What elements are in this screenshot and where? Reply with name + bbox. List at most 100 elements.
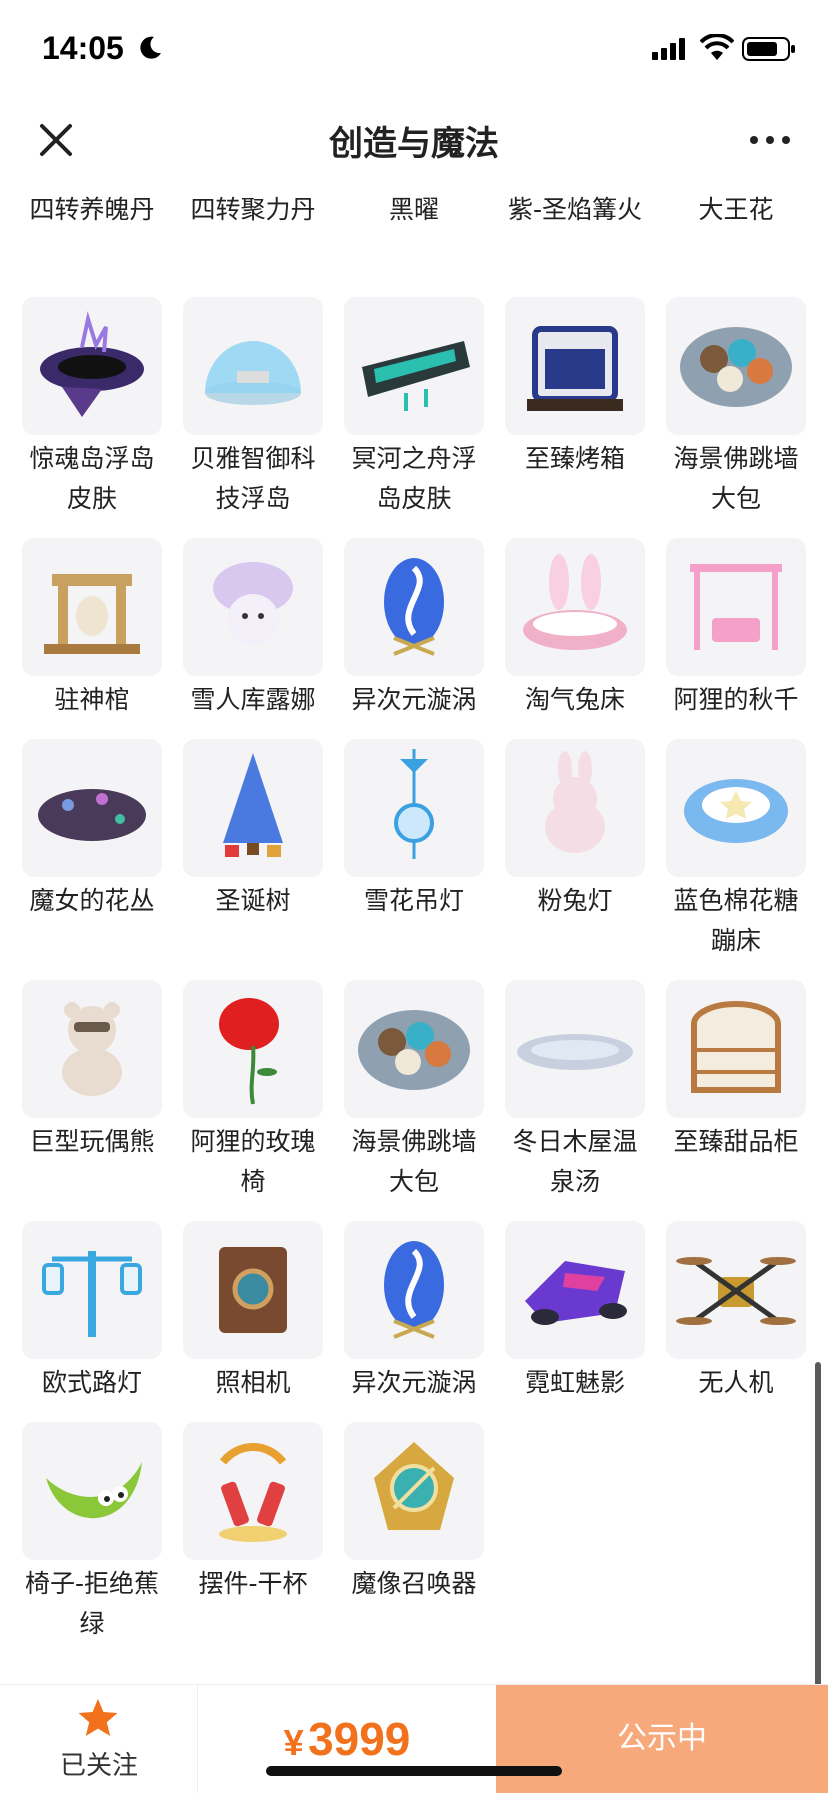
- item-card[interactable]: 粉兔灯: [505, 739, 645, 921]
- item-label: 阿狸的秋千: [673, 685, 799, 714]
- dome-island-icon: [205, 341, 301, 405]
- item-card[interactable]: 雪花吊灯: [344, 739, 484, 921]
- item-label: 冥河之舟浮岛皮肤: [351, 444, 477, 513]
- scrollbar[interactable]: [815, 1362, 821, 1710]
- nav-bar: 创造与魔法: [0, 96, 828, 186]
- item-thumbnail: [22, 980, 162, 1118]
- item-card[interactable]: 贝雅智御科技浮岛: [183, 297, 323, 519]
- item-thumbnail: [344, 1422, 484, 1560]
- item-label: 阿狸的玫瑰椅: [190, 1127, 316, 1196]
- signal-icon: [652, 38, 685, 60]
- item-label: 摆件-干杯: [198, 1569, 308, 1598]
- item-card[interactable]: 巨型玩偶熊: [22, 980, 162, 1162]
- vortex-icon: [384, 1241, 444, 1339]
- price-amount: 3999: [308, 1713, 411, 1765]
- item-card[interactable]: 驻神棺: [22, 538, 162, 720]
- dessert-cabinet-icon: [691, 1001, 781, 1093]
- item-card[interactable]: 魔像召唤器: [344, 1422, 484, 1604]
- drone-icon: [676, 1257, 796, 1325]
- golem-summoner-icon: [374, 1442, 454, 1530]
- item-thumbnail: [344, 297, 484, 435]
- item-thumbnail: [666, 739, 806, 877]
- item-card[interactable]: 圣诞树: [183, 739, 323, 921]
- hover-car-icon: [525, 1261, 627, 1325]
- buns-plate-icon: [358, 1010, 470, 1090]
- item-card[interactable]: 阿狸的玫瑰椅: [183, 980, 323, 1202]
- item-label: 无人机: [698, 1368, 774, 1397]
- item-thumbnail: [344, 980, 484, 1118]
- item-card[interactable]: 冬日木屋温泉汤: [505, 980, 645, 1202]
- item-thumbnail: [183, 1422, 323, 1560]
- item-thumbnail: [22, 1221, 162, 1359]
- cheers-icon: [219, 1443, 287, 1542]
- buns-plate-icon: [680, 327, 792, 407]
- item-card[interactable]: 无人机: [666, 1221, 806, 1403]
- item-label: 冬日木屋温泉汤: [512, 1127, 638, 1196]
- item-card[interactable]: 照相机: [183, 1221, 323, 1403]
- item-label: 四转养魄丹: [29, 195, 155, 224]
- item-card[interactable]: 海景佛跳墙大包: [344, 980, 484, 1202]
- follow-button[interactable]: 已关注: [0, 1685, 198, 1793]
- item-card[interactable]: 摆件-干杯: [183, 1422, 323, 1604]
- item-label: 惊魂岛浮岛皮肤: [29, 444, 155, 513]
- swing-icon: [690, 564, 782, 650]
- item-card[interactable]: 至臻甜品柜: [666, 980, 806, 1162]
- teddy-bear-icon: [62, 1002, 122, 1096]
- more-icon[interactable]: [744, 120, 796, 160]
- moon-icon: [140, 36, 161, 59]
- item-card[interactable]: x135大王花: [666, 186, 806, 230]
- item-card[interactable]: x42四转养魄丹: [22, 186, 162, 230]
- item-card[interactable]: 椅子-拒绝蕉绿: [22, 1422, 162, 1644]
- vortex-icon: [384, 558, 444, 656]
- item-card[interactable]: 黑曜: [344, 186, 484, 230]
- currency-symbol: ¥: [283, 1722, 304, 1763]
- item-thumbnail: [666, 1221, 806, 1359]
- item-card[interactable]: 紫-圣焰篝火: [505, 186, 645, 230]
- item-label: 霓虹魅影: [524, 1368, 625, 1397]
- item-label: 异次元漩涡: [351, 685, 477, 714]
- item-thumbnail: [666, 297, 806, 435]
- item-thumbnail: [505, 739, 645, 877]
- item-card[interactable]: 魔女的花丛: [22, 739, 162, 921]
- item-thumbnail: [666, 980, 806, 1118]
- price: ¥ 3999: [198, 1685, 496, 1793]
- item-grid-container[interactable]: x42四转养魄丹 x24四转聚力丹 黑曜 紫-圣焰篝火 x135大王花惊魂岛浮岛皮肤贝雅…: [0, 186, 828, 1684]
- item-thumbnail: [183, 739, 323, 877]
- item-card[interactable]: 海景佛跳墙大包: [666, 297, 806, 519]
- item-card[interactable]: 蓝色棉花糖蹦床: [666, 739, 806, 961]
- status-button[interactable]: 公示中: [496, 1685, 828, 1793]
- item-card[interactable]: 阿狸的秋千: [666, 538, 806, 720]
- battery-icon: [742, 37, 795, 61]
- item-card[interactable]: 霓虹魅影: [505, 1221, 645, 1403]
- christmas-tree-icon: [223, 753, 283, 857]
- item-label: 紫-圣焰篝火: [507, 195, 643, 224]
- item-label: 魔像召唤器: [351, 1569, 477, 1598]
- item-label: 黑曜: [388, 195, 439, 224]
- ship-island-icon: [362, 341, 470, 411]
- item-thumbnail: [22, 538, 162, 676]
- camera-icon: [219, 1247, 287, 1333]
- shrine-icon: [44, 574, 140, 654]
- bunny-bed-icon: [523, 554, 627, 650]
- item-label: 蓝色棉花糖蹦床: [673, 886, 799, 955]
- home-indicator: [266, 1766, 562, 1776]
- item-label: 欧式路灯: [41, 1368, 142, 1397]
- item-thumbnail: [505, 538, 645, 676]
- item-thumbnail: [183, 297, 323, 435]
- item-label: 驻神棺: [54, 685, 130, 714]
- item-card[interactable]: 惊魂岛浮岛皮肤: [22, 297, 162, 519]
- item-thumbnail: [505, 980, 645, 1118]
- item-card[interactable]: 至臻烤箱: [505, 297, 645, 479]
- item-card[interactable]: 冥河之舟浮岛皮肤: [344, 297, 484, 519]
- item-card[interactable]: 雪人库露娜: [183, 538, 323, 720]
- item-card[interactable]: 异次元漩涡: [344, 538, 484, 720]
- item-card[interactable]: x24四转聚力丹: [183, 186, 323, 230]
- item-card[interactable]: 异次元漩涡: [344, 1221, 484, 1403]
- item-thumbnail: [344, 1221, 484, 1359]
- item-label: 大王花: [698, 195, 774, 224]
- item-card[interactable]: 淘气兔床: [505, 538, 645, 720]
- item-card[interactable]: 欧式路灯: [22, 1221, 162, 1403]
- item-label: 巨型玩偶熊: [29, 1127, 155, 1156]
- item-thumbnail: [344, 739, 484, 877]
- item-label: 贝雅智御科技浮岛: [190, 444, 316, 513]
